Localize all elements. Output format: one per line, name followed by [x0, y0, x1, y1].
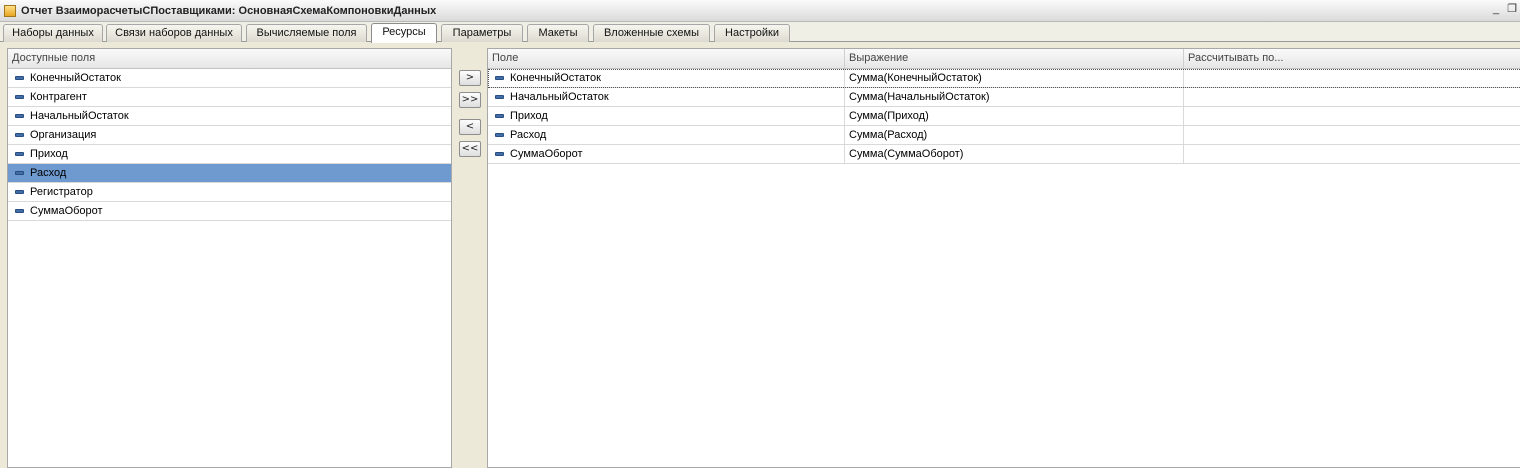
field-icon: [15, 133, 24, 137]
calc-by-cell[interactable]: [1184, 107, 1520, 125]
window-controls: _ ❐: [1490, 4, 1518, 16]
window-titlebar: Отчет ВзаиморасчетыСПоставщиками: Основн…: [0, 0, 1520, 22]
restore-icon[interactable]: ❐: [1506, 4, 1518, 16]
table-row[interactable]: Приход Сумма(Приход): [488, 107, 1520, 126]
column-header-calc-by[interactable]: Рассчитывать по...: [1184, 49, 1520, 68]
resources-table-header: Поле Выражение Рассчитывать по...: [488, 49, 1520, 69]
field-cell: Расход: [488, 126, 845, 144]
field-icon: [15, 114, 24, 118]
column-header-expression[interactable]: Выражение: [845, 49, 1184, 68]
field-label: Контрагент: [30, 91, 87, 103]
field-icon: [495, 152, 504, 156]
field-icon: [495, 114, 504, 118]
field-icon: [15, 95, 24, 99]
report-icon: [4, 4, 16, 17]
field-label: Регистратор: [30, 186, 93, 198]
field-label: Организация: [30, 129, 97, 141]
available-fields-panel: Доступные поля КонечныйОстаток Контраген…: [7, 48, 452, 468]
table-row[interactable]: Расход Сумма(Расход): [488, 126, 1520, 145]
tab-parameters[interactable]: Параметры: [441, 24, 523, 42]
available-field-item[interactable]: СуммаОборот: [8, 202, 451, 221]
field-icon: [15, 76, 24, 80]
tab-templates[interactable]: Макеты: [527, 24, 589, 42]
remove-all-fields-button[interactable]: <<: [459, 141, 481, 157]
field-cell: НачальныйОстаток: [488, 88, 845, 106]
calc-by-cell[interactable]: [1184, 69, 1520, 87]
field-cell: Приход: [488, 107, 845, 125]
resources-table: Поле Выражение Рассчитывать по... Конечн…: [487, 48, 1520, 468]
calc-by-cell[interactable]: [1184, 145, 1520, 163]
minimize-icon[interactable]: _: [1490, 4, 1502, 16]
field-icon: [495, 95, 504, 99]
tab-nested-schemas[interactable]: Вложенные схемы: [593, 24, 710, 42]
expression-cell[interactable]: Сумма(СуммаОборот): [845, 145, 1184, 163]
tab-calculated-fields[interactable]: Вычисляемые поля: [246, 24, 367, 42]
available-field-item[interactable]: Организация: [8, 126, 451, 145]
available-field-item[interactable]: НачальныйОстаток: [8, 107, 451, 126]
available-field-item[interactable]: Приход: [8, 145, 451, 164]
field-icon: [495, 133, 504, 137]
table-row[interactable]: СуммаОборот Сумма(СуммаОборот): [488, 145, 1520, 164]
calc-by-cell[interactable]: [1184, 88, 1520, 106]
tab-settings[interactable]: Настройки: [714, 24, 790, 42]
field-label: Приход: [30, 148, 68, 160]
expression-cell[interactable]: Сумма(КонечныйОстаток): [845, 69, 1184, 87]
table-row[interactable]: КонечныйОстаток Сумма(КонечныйОстаток): [488, 69, 1520, 88]
available-field-item[interactable]: Контрагент: [8, 88, 451, 107]
field-icon: [15, 171, 24, 175]
remove-field-button[interactable]: <: [459, 119, 481, 135]
field-cell: КонечныйОстаток: [488, 69, 845, 87]
expression-cell[interactable]: Сумма(Расход): [845, 126, 1184, 144]
tab-resources[interactable]: Ресурсы: [371, 23, 437, 43]
expression-cell[interactable]: Сумма(Приход): [845, 107, 1184, 125]
column-header-available-fields[interactable]: Доступные поля: [8, 49, 451, 68]
add-all-fields-button[interactable]: >>: [459, 92, 481, 108]
field-icon: [495, 76, 504, 80]
expression-cell[interactable]: Сумма(НачальныйОстаток): [845, 88, 1184, 106]
available-field-item[interactable]: Регистратор: [8, 183, 451, 202]
field-icon: [15, 190, 24, 194]
tab-data-sets[interactable]: Наборы данных: [3, 24, 103, 42]
field-label: СуммаОборот: [30, 205, 103, 217]
field-cell: СуммаОборот: [488, 145, 845, 163]
field-icon: [15, 209, 24, 213]
available-field-item[interactable]: КонечныйОстаток: [8, 69, 451, 88]
field-label: КонечныйОстаток: [30, 72, 121, 84]
calc-by-cell[interactable]: [1184, 126, 1520, 144]
available-fields-header: Доступные поля: [8, 49, 451, 69]
add-field-button[interactable]: >: [459, 70, 481, 86]
available-field-item-selected[interactable]: Расход: [8, 164, 451, 183]
column-header-field[interactable]: Поле: [488, 49, 845, 68]
field-icon: [15, 152, 24, 156]
field-label: Расход: [30, 167, 67, 179]
field-label: НачальныйОстаток: [30, 110, 129, 122]
tab-bar: Наборы данных Связи наборов данных Вычис…: [0, 22, 1520, 43]
window-title: Отчет ВзаиморасчетыСПоставщиками: Основн…: [21, 4, 437, 17]
table-row[interactable]: НачальныйОстаток Сумма(НачальныйОстаток): [488, 88, 1520, 107]
tab-data-set-links[interactable]: Связи наборов данных: [106, 24, 242, 42]
